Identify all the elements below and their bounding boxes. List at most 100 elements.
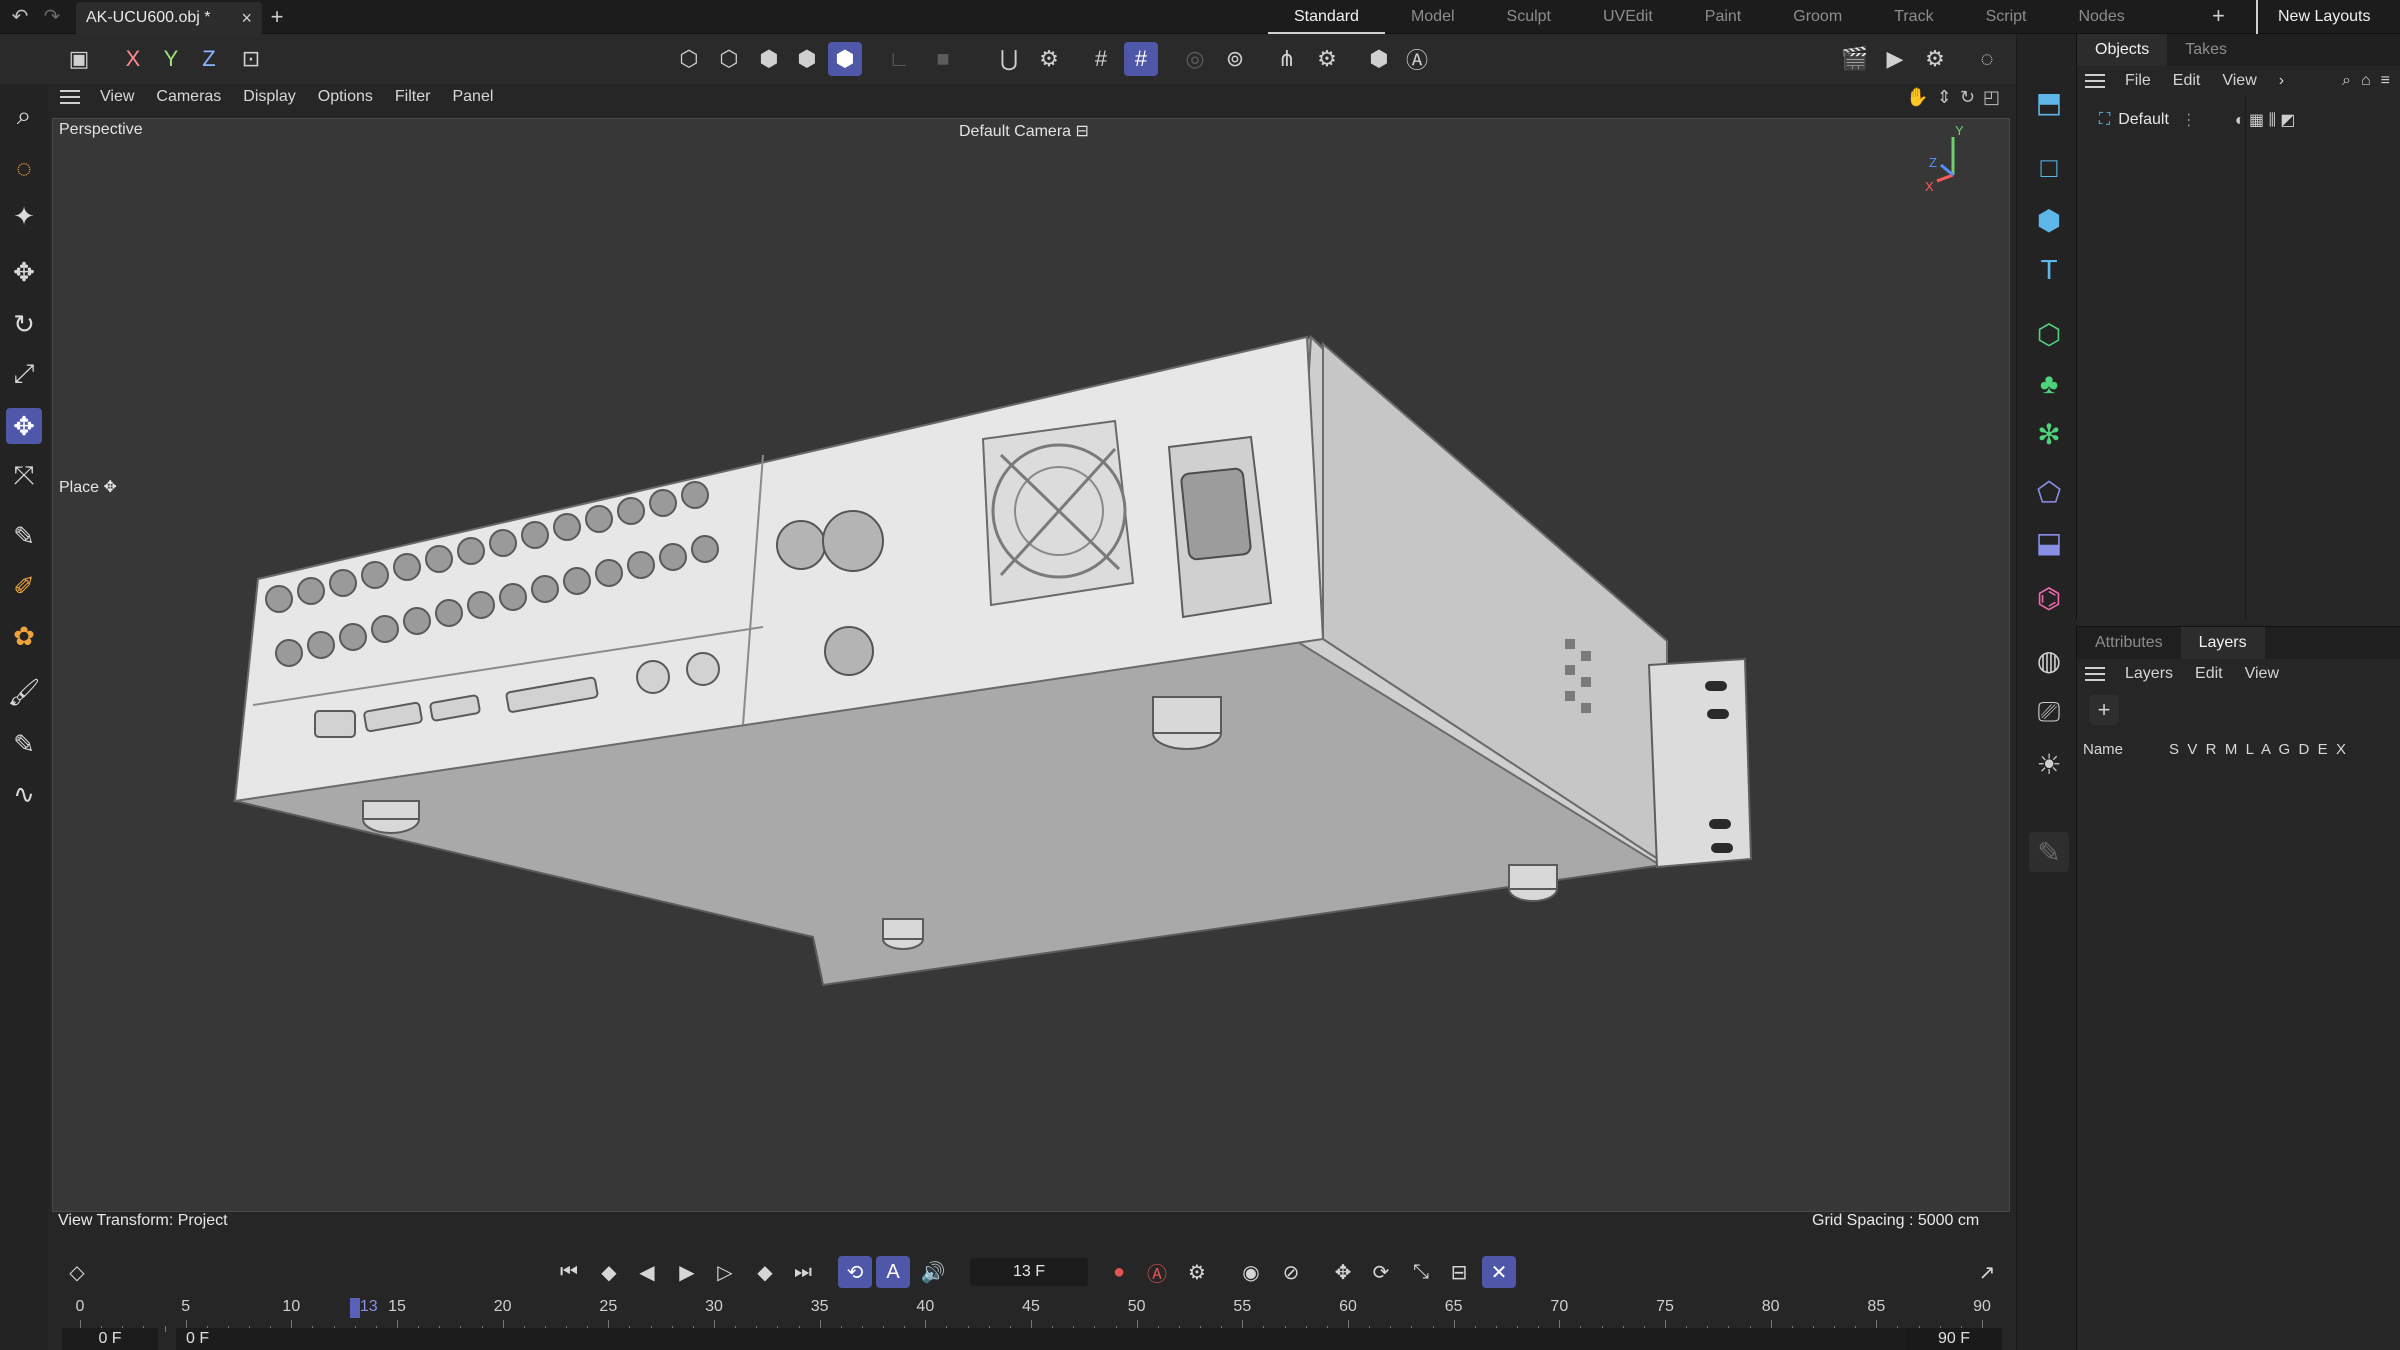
layers-menu-edit[interactable]: Edit xyxy=(2195,665,2223,683)
scale-tool-icon[interactable]: ⤢ xyxy=(6,356,42,392)
layout-tab-model[interactable]: Model xyxy=(1385,0,1481,34)
layers-menu-icon[interactable] xyxy=(2085,667,2105,681)
layers-menu-view[interactable]: View xyxy=(2245,665,2279,683)
range-end-slider[interactable]: 90 F xyxy=(1246,1328,1950,1350)
point-level-key-icon[interactable]: ✕ xyxy=(1482,1256,1516,1288)
selection-tool-icon[interactable]: ◌ xyxy=(6,150,42,186)
light-object-icon[interactable]: ☀ xyxy=(2029,744,2069,784)
attribute-icon[interactable]: Ⓐ xyxy=(1400,42,1434,76)
layout-tab-nodes[interactable]: Nodes xyxy=(2052,0,2150,34)
layers-menu-layers[interactable]: Layers xyxy=(2125,665,2173,683)
close-tab-icon[interactable]: × xyxy=(241,8,252,29)
menu-options[interactable]: Options xyxy=(318,88,373,106)
deformer-icon[interactable]: ⬠ xyxy=(2029,472,2069,512)
solo-icon[interactable]: ⬢ xyxy=(1362,42,1396,76)
next-key-icon[interactable]: ◆ xyxy=(748,1256,782,1288)
add-layout-button[interactable]: + xyxy=(2212,3,2225,29)
visibility-toggle-icon[interactable]: ⋮ xyxy=(2181,110,2197,130)
record-settings-icon[interactable]: ⚙ xyxy=(1180,1256,1214,1288)
cube-object-icon[interactable]: ⬢ xyxy=(2029,200,2069,240)
range-start-slider[interactable]: 0 F xyxy=(176,1328,1246,1350)
camera-reset-icon[interactable]: ▣ xyxy=(62,42,96,76)
next-frame-icon[interactable]: ▷ xyxy=(708,1256,742,1288)
spline-icon[interactable]: ⌬ xyxy=(2029,578,2069,618)
object-mode-icon[interactable]: ⬢ xyxy=(828,42,862,76)
sound-icon[interactable]: 🔊 xyxy=(916,1256,950,1288)
previous-frame-icon[interactable]: ◀ xyxy=(630,1256,664,1288)
workplane-grid-icon[interactable]: # xyxy=(1124,42,1158,76)
go-to-start-icon[interactable]: ⏮ xyxy=(552,1256,586,1288)
environment-icon[interactable]: ◍ xyxy=(2029,640,2069,680)
model-mode-icon[interactable]: ⬢ xyxy=(790,42,824,76)
texture-mode-icon[interactable]: ■ xyxy=(926,42,960,76)
redo-icon[interactable]: ↷ xyxy=(40,5,64,29)
play-icon[interactable]: ▶ xyxy=(670,1256,704,1288)
spline-sketch-icon[interactable]: ✐ xyxy=(6,568,42,604)
layout-tab-track[interactable]: Track xyxy=(1868,0,1959,34)
symmetry-icon[interactable]: ⋔ xyxy=(1270,42,1304,76)
lock-x-axis-button[interactable]: X xyxy=(116,42,150,76)
objects-menu-edit[interactable]: Edit xyxy=(2173,72,2201,90)
add-tab-button[interactable]: + xyxy=(264,4,290,30)
edges-mode-icon[interactable]: ⬡ xyxy=(712,42,746,76)
keyframe-selection-icon[interactable]: ◉ xyxy=(1234,1256,1268,1288)
menu-view[interactable]: View xyxy=(100,88,134,106)
objects-menu-file[interactable]: File xyxy=(2125,72,2151,90)
dolly-icon[interactable]: ⇕ xyxy=(1937,87,1952,108)
text-object-icon[interactable]: T xyxy=(2029,250,2069,290)
pan-icon[interactable]: ✋ xyxy=(1906,87,1928,108)
filter-icon[interactable]: ≡ xyxy=(2381,72,2390,90)
auto-record-icon[interactable]: Ⓐ xyxy=(1140,1256,1174,1288)
go-to-end-icon[interactable]: ⏭ xyxy=(786,1256,820,1288)
knife-tool-icon[interactable]: ✎ xyxy=(6,726,42,762)
menu-panel[interactable]: Panel xyxy=(452,88,493,106)
parameter-key-icon[interactable]: ⊟ xyxy=(1442,1256,1476,1288)
objects-menu-icon[interactable] xyxy=(2085,74,2105,88)
tab-attributes[interactable]: Attributes xyxy=(2077,627,2181,659)
spline-pen-icon[interactable]: ✎ xyxy=(6,518,42,554)
spline-smooth-icon[interactable]: ✿ xyxy=(6,618,42,654)
render-view-icon[interactable]: 🎬 xyxy=(1838,42,1872,76)
home-icon[interactable]: ⌂ xyxy=(2361,72,2371,90)
keyframe-icon[interactable]: ◇ xyxy=(60,1256,94,1288)
transform-tool-icon[interactable]: ⤧ xyxy=(6,458,42,494)
tab-takes[interactable]: Takes xyxy=(2167,34,2245,66)
object-manager-icon[interactable]: ⬒ xyxy=(2029,82,2069,122)
orbit-icon[interactable]: ↻ xyxy=(1960,87,1975,108)
3d-viewport[interactable]: Perspective Default Camera ⊟ Place ✥ Y X… xyxy=(52,118,2010,1212)
cube-primitive-icon[interactable]: □ xyxy=(2029,148,2069,188)
search-icon[interactable]: ⌕ xyxy=(2342,72,2351,90)
layers-col-name[interactable]: Name xyxy=(2083,741,2169,758)
render-picture-viewer-icon[interactable]: ▶ xyxy=(1878,42,1912,76)
add-layer-button[interactable]: + xyxy=(2089,695,2119,725)
brush-icon[interactable]: 🖌 xyxy=(6,674,42,710)
place-tool-icon[interactable]: ✥ xyxy=(6,408,42,444)
live-selection-icon[interactable]: ✦ xyxy=(6,198,42,234)
edit-render-settings-icon[interactable]: ⚙ xyxy=(1918,42,1952,76)
layout-tab-standard[interactable]: Standard xyxy=(1268,0,1385,34)
motion-icon[interactable]: ⊘ xyxy=(1274,1256,1308,1288)
new-layouts-button[interactable]: New Layouts xyxy=(2256,0,2371,34)
layers-col-flags[interactable]: S V R M L A G D E X xyxy=(2169,741,2346,758)
layout-tab-groom[interactable]: Groom xyxy=(1767,0,1868,34)
menu-display[interactable]: Display xyxy=(243,88,295,106)
coordinate-system-icon[interactable]: ⊡ xyxy=(234,42,268,76)
position-key-icon[interactable]: ✥ xyxy=(1326,1256,1360,1288)
autokey-icon[interactable]: A xyxy=(876,1256,910,1288)
snap-magnet-icon[interactable]: ⋃ xyxy=(992,42,1026,76)
undo-icon[interactable]: ↶ xyxy=(8,5,32,29)
render-region-icon[interactable]: ◎ xyxy=(1178,42,1212,76)
search-icon[interactable]: ⌕ xyxy=(6,98,42,134)
subdivision-icon[interactable]: ⬡ xyxy=(2029,314,2069,354)
fcurve-icon[interactable]: ↗ xyxy=(1970,1256,2004,1288)
rotate-tool-icon[interactable]: ↻ xyxy=(6,306,42,342)
layout-tab-paint[interactable]: Paint xyxy=(1679,0,1767,34)
chevron-right-icon[interactable]: › xyxy=(2279,72,2284,90)
grid-icon[interactable]: # xyxy=(1084,42,1118,76)
tab-objects[interactable]: Objects xyxy=(2077,34,2168,66)
object-tags-icon[interactable]: ◐ ▦ ⫼ ◩ xyxy=(2235,110,2296,130)
viewport-menu-icon[interactable] xyxy=(60,90,80,104)
camera-object-icon[interactable]: ⎚ xyxy=(2029,692,2069,732)
objects-menu-view[interactable]: View xyxy=(2222,72,2256,90)
modeling-settings-icon[interactable]: ⚙ xyxy=(1310,42,1344,76)
